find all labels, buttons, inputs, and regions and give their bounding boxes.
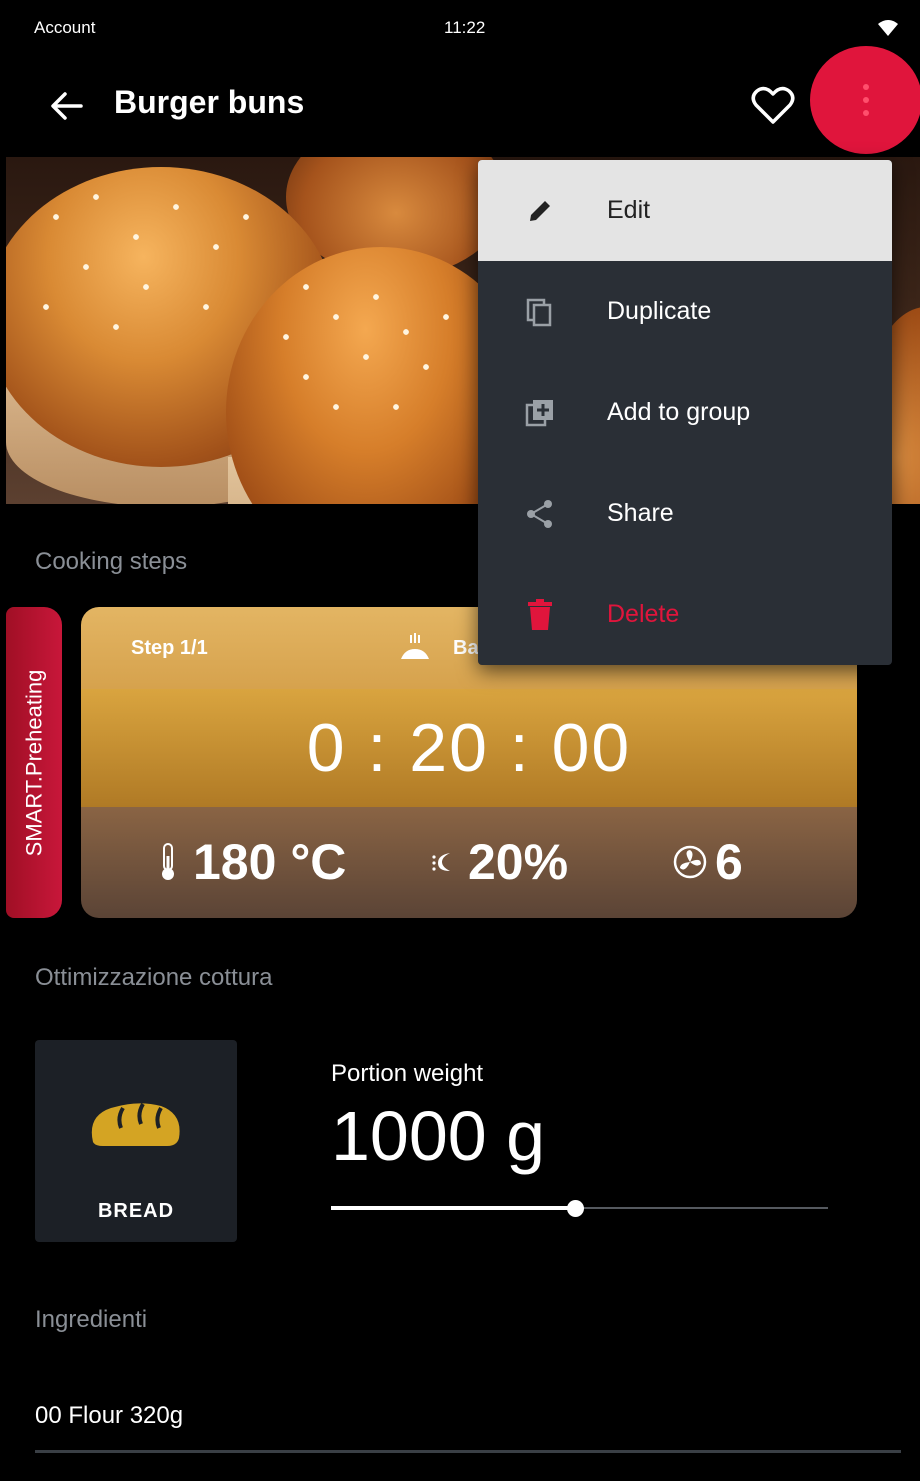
copy-icon <box>522 294 558 330</box>
status-time: 11:22 <box>444 18 486 37</box>
favorite-button[interactable] <box>746 78 800 132</box>
divider <box>35 1450 901 1453</box>
humidity-value: 20% <box>468 834 569 890</box>
fan-param: 6 <box>673 833 743 891</box>
humidity-param: 20% <box>426 833 568 891</box>
menu-label-duplicate: Duplicate <box>607 297 712 325</box>
arrow-left-icon <box>51 92 83 120</box>
step-parameters: 180 °C 20% 6 <box>81 807 857 918</box>
temperature-value: 180 °C <box>193 834 347 890</box>
trash-icon <box>522 597 558 633</box>
portion-weight-value: 1000 g <box>331 1097 546 1175</box>
more-vert-icon <box>863 84 869 90</box>
menu-label-edit: Edit <box>607 196 651 224</box>
bread-category-tile[interactable]: BREAD <box>35 1040 237 1242</box>
page-title: Burger buns <box>114 84 305 120</box>
humidity-icon <box>426 842 460 882</box>
status-account: Account <box>34 18 96 37</box>
menu-item-share[interactable]: Share <box>478 463 892 564</box>
slider-thumb[interactable] <box>567 1200 584 1217</box>
fan-value: 6 <box>715 834 743 890</box>
step-duration: 0 : 20 : 00 <box>81 689 857 807</box>
temperature-param: 180 °C <box>151 833 346 891</box>
step-number: Step 1/1 <box>131 637 208 659</box>
menu-item-edit[interactable]: Edit <box>478 160 892 261</box>
status-bar: Account 11:22 <box>0 0 920 56</box>
add-to-group-icon <box>522 395 558 431</box>
bake-icon <box>401 633 429 659</box>
step-mode: Ba <box>453 637 479 659</box>
slider-fill <box>331 1206 575 1210</box>
menu-item-duplicate[interactable]: Duplicate <box>478 261 892 362</box>
wifi-icon <box>878 20 898 36</box>
app-bar: Burger buns <box>0 46 920 156</box>
heart-icon <box>751 86 795 124</box>
menu-label-delete: Delete <box>607 600 680 628</box>
pencil-icon <box>522 193 558 229</box>
share-icon <box>522 496 558 532</box>
portion-weight-slider[interactable] <box>331 1200 828 1217</box>
menu-item-delete[interactable]: Delete <box>478 564 892 665</box>
fan-icon <box>673 842 707 882</box>
category-label: BREAD <box>97 1200 175 1222</box>
menu-item-add-to-group[interactable]: Add to group <box>478 362 892 463</box>
cooking-steps-heading: Cooking steps <box>35 548 188 575</box>
smart-preheating-label: SMART.Preheating <box>21 669 47 856</box>
thermometer-icon <box>151 842 185 882</box>
more-options-button[interactable] <box>810 46 920 154</box>
ingredients-heading: Ingredienti <box>35 1306 148 1333</box>
portion-weight-label: Portion weight <box>331 1060 484 1087</box>
back-button[interactable] <box>42 82 90 130</box>
overflow-menu: Edit Duplicate Add to group Share Delete <box>478 160 892 665</box>
menu-label-share: Share <box>607 499 674 527</box>
ingredient-item: 00 Flour 320g <box>35 1402 184 1429</box>
optimization-heading: Ottimizzazione cottura <box>35 964 273 991</box>
bread-icon <box>91 1102 180 1146</box>
smart-preheating-tab[interactable]: SMART.Preheating <box>6 607 62 918</box>
menu-label-add-to-group: Add to group <box>607 398 751 426</box>
